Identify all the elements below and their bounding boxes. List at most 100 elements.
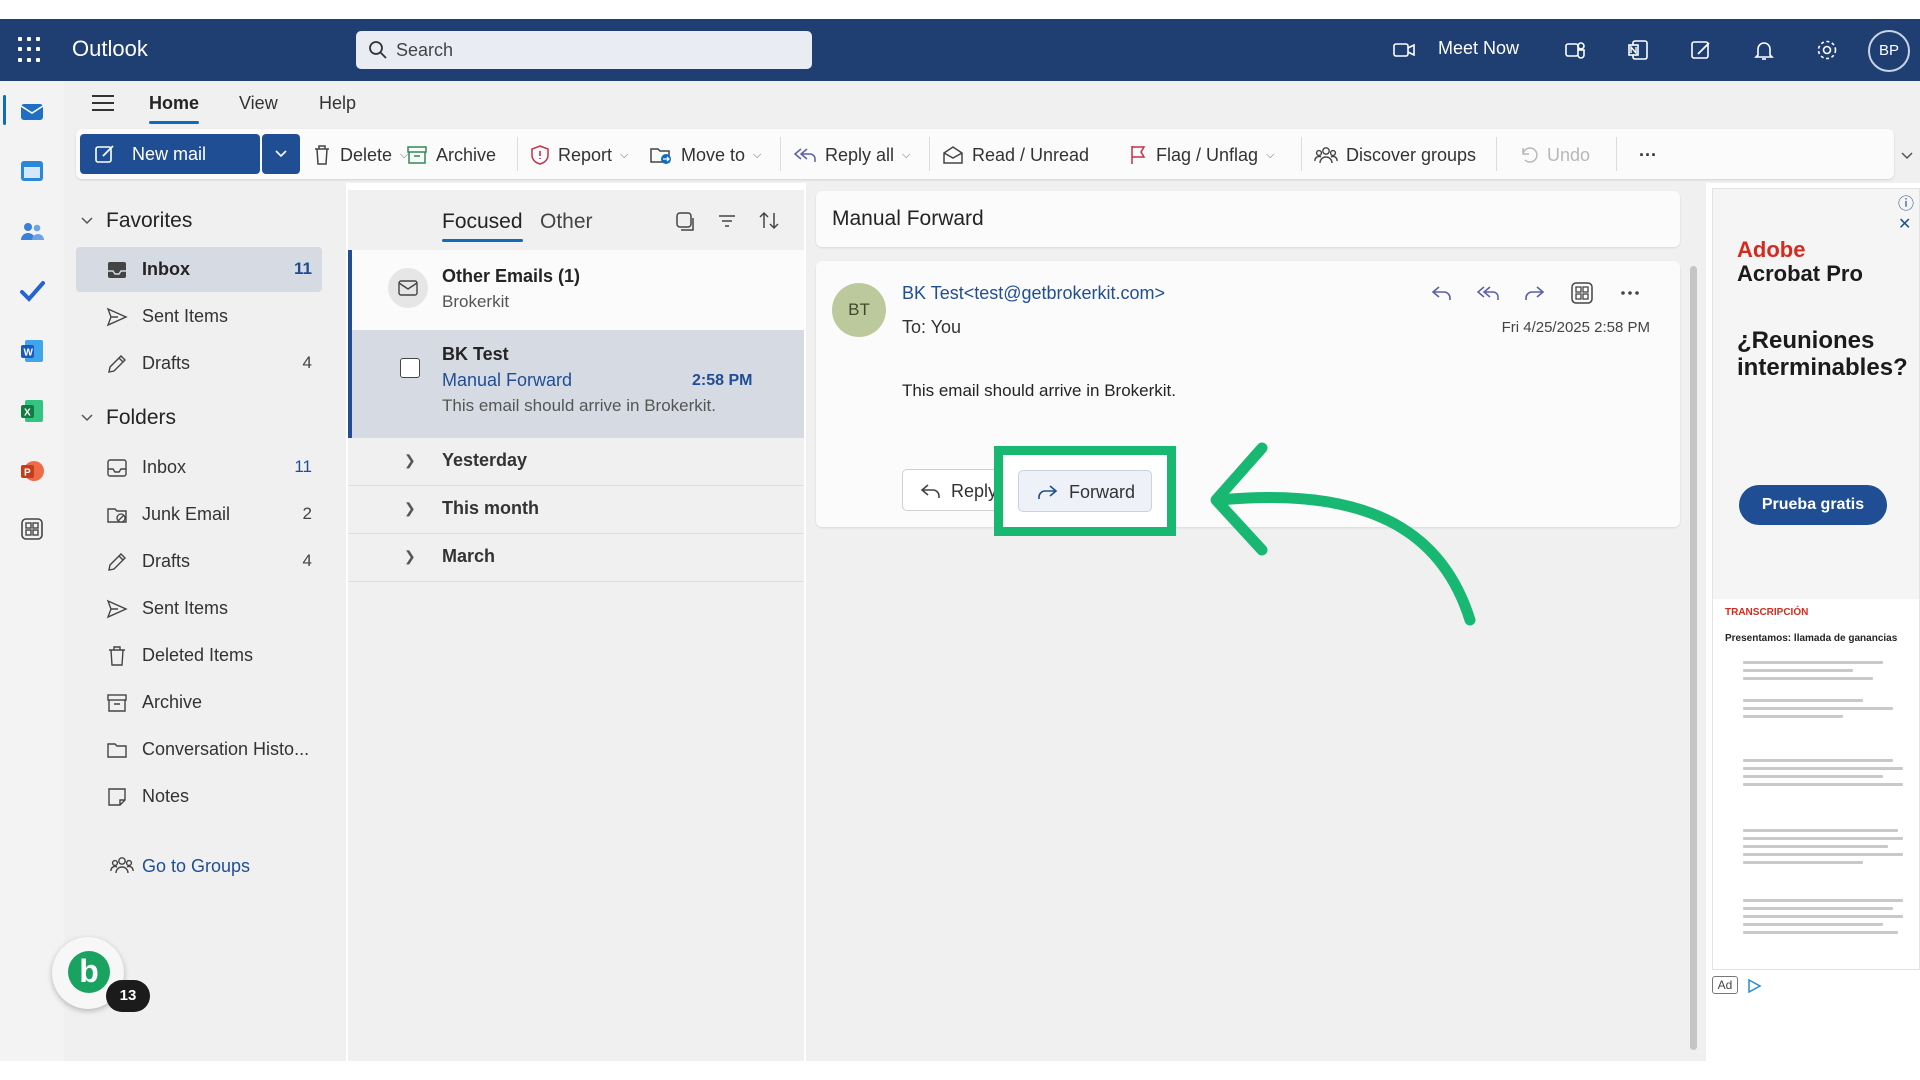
favorite-inbox[interactable]: Inbox 11 (76, 247, 322, 292)
sender-avatar[interactable]: BT (832, 283, 886, 337)
ad-cta-button[interactable]: Prueba gratis (1739, 485, 1887, 525)
hamburger-menu-icon[interactable] (92, 95, 114, 111)
svg-text:P: P (24, 468, 31, 479)
reply-all-button[interactable]: Reply all ⌵ (793, 142, 910, 168)
my-day-icon[interactable] (1689, 38, 1713, 62)
tab-focused[interactable]: Focused (442, 210, 523, 242)
more-icon[interactable] (1618, 281, 1642, 305)
folder-name: Deleted Items (142, 645, 254, 665)
reply-icon[interactable] (1430, 281, 1454, 305)
group-this-month[interactable]: ❯ This month (348, 486, 804, 534)
powerpoint-app-icon[interactable]: P (19, 458, 45, 484)
ad-close-icon[interactable]: ⓘ ✕ (1898, 190, 1920, 234)
ribbon-divider (780, 137, 781, 171)
message-checkbox[interactable] (400, 358, 420, 378)
video-camera-icon[interactable] (1392, 38, 1416, 62)
people-app-icon[interactable] (19, 218, 45, 244)
chevron-down-icon[interactable]: ⌵ (902, 149, 910, 162)
folder-conversation-history[interactable]: Conversation Histo... (76, 727, 322, 772)
doc-line (1743, 699, 1863, 702)
ribbon-expand-chevron-icon[interactable] (1900, 151, 1914, 161)
go-to-groups-link[interactable]: Go to Groups (110, 854, 250, 877)
message-row-selected[interactable]: BK Test Manual Forward 2:58 PM This emai… (348, 330, 804, 438)
forward-button[interactable]: Forward (1018, 470, 1152, 512)
message-list: Focused Other Other Emails (1) Brokerkit… (348, 190, 804, 1061)
message-subject: Manual Forward (442, 370, 573, 390)
flag-unflag-button[interactable]: Flag / Unflag ⌵ (1128, 142, 1274, 168)
folder-inbox[interactable]: Inbox 11 (76, 445, 322, 490)
chevron-down-icon (81, 217, 93, 225)
favorites-header[interactable]: Favorites (80, 209, 192, 233)
folder-drafts[interactable]: Drafts 4 (76, 539, 322, 584)
filter-icon[interactable] (716, 210, 738, 232)
new-mail-dropdown[interactable] (262, 134, 300, 174)
doc-line (1743, 767, 1903, 770)
tab-home[interactable]: Home (149, 93, 200, 124)
brokerkit-logo-icon: b (68, 951, 110, 993)
folder-name: Archive (142, 692, 203, 712)
folder-name: Drafts (142, 551, 191, 571)
forward-icon[interactable] (1522, 281, 1546, 305)
gear-icon[interactable] (1815, 38, 1839, 62)
mail-app-icon[interactable] (19, 98, 45, 124)
message-sender: BK Test (442, 344, 509, 364)
apps-grid-icon[interactable] (1570, 281, 1594, 305)
meet-now-button[interactable]: Meet Now (1438, 38, 1519, 59)
group-march[interactable]: ❯ March (348, 534, 804, 582)
more-options-button[interactable]: ··· (1639, 142, 1657, 168)
chevron-right-icon: ❯ (404, 500, 416, 516)
teams-icon[interactable] (1563, 38, 1587, 62)
reply-all-icon[interactable] (1476, 281, 1500, 305)
junk-icon (107, 508, 127, 523)
doc-line (1743, 837, 1903, 840)
tab-view[interactable]: View (239, 93, 278, 114)
folders-header[interactable]: Folders (80, 406, 176, 430)
folder-notes[interactable]: Notes (76, 774, 322, 819)
report-button[interactable]: Report ⌵ (530, 142, 628, 168)
ad-choices-icon[interactable] (1746, 978, 1762, 994)
folder-deleted-items[interactable]: Deleted Items (76, 633, 322, 678)
folder-junk-email[interactable]: Junk Email 2 (76, 492, 322, 537)
chevron-down-icon[interactable]: ⌵ (753, 149, 761, 162)
new-mail-button[interactable]: New mail (80, 134, 260, 174)
group-yesterday[interactable]: ❯ Yesterday (348, 438, 804, 486)
word-app-icon[interactable]: W (19, 338, 45, 364)
note-icon (108, 788, 126, 806)
todo-app-icon[interactable] (19, 278, 45, 304)
tab-other[interactable]: Other (540, 210, 593, 234)
bell-icon[interactable] (1752, 38, 1776, 62)
search-box[interactable]: Search (356, 31, 812, 69)
read-unread-button[interactable]: Read / Unread (942, 142, 1089, 168)
archive-button[interactable]: Archive (406, 142, 496, 168)
advertisement[interactable]: Adobe Acrobat Pro ¿Reuniones interminabl… (1712, 188, 1920, 970)
sort-icon[interactable] (758, 210, 780, 232)
delete-button[interactable]: Delete ⌵ (312, 142, 408, 168)
trash-icon (109, 646, 125, 666)
folder-sent-items[interactable]: Sent Items (76, 586, 322, 631)
other-emails-row[interactable]: Other Emails (1) Brokerkit (348, 250, 804, 330)
excel-app-icon[interactable]: X (19, 398, 45, 424)
reply-all-label: Reply all (825, 144, 895, 165)
onenote-icon[interactable] (1626, 38, 1650, 62)
favorite-sent-items[interactable]: Sent Items (76, 294, 322, 339)
doc-line (1743, 923, 1883, 926)
doc-line (1743, 931, 1898, 934)
subject-bar: Manual Forward (816, 191, 1680, 247)
more-apps-icon[interactable] (19, 516, 45, 542)
app-launcher-icon[interactable] (18, 37, 44, 63)
chevron-down-icon[interactable]: ⌵ (620, 149, 628, 162)
tab-help[interactable]: Help (319, 93, 356, 114)
reading-pane-scrollbar[interactable] (1690, 266, 1697, 1050)
folder-archive[interactable]: Archive (76, 680, 322, 725)
sender-address[interactable]: BK Test<test@getbrokerkit.com> (902, 283, 1165, 304)
chevron-down-icon[interactable]: ⌵ (1266, 149, 1274, 162)
favorite-drafts[interactable]: Drafts 4 (76, 341, 322, 386)
move-to-button[interactable]: Move to ⌵ (649, 142, 761, 168)
account-avatar[interactable]: BP (1868, 30, 1910, 72)
envelope-avatar (388, 268, 428, 308)
discover-groups-button[interactable]: Discover groups (1314, 142, 1476, 168)
calendar-app-icon[interactable] (19, 158, 45, 184)
select-mode-icon[interactable] (674, 210, 696, 232)
inbox-tabs: Focused Other (348, 190, 804, 250)
undo-button[interactable]: Undo (1519, 142, 1590, 168)
